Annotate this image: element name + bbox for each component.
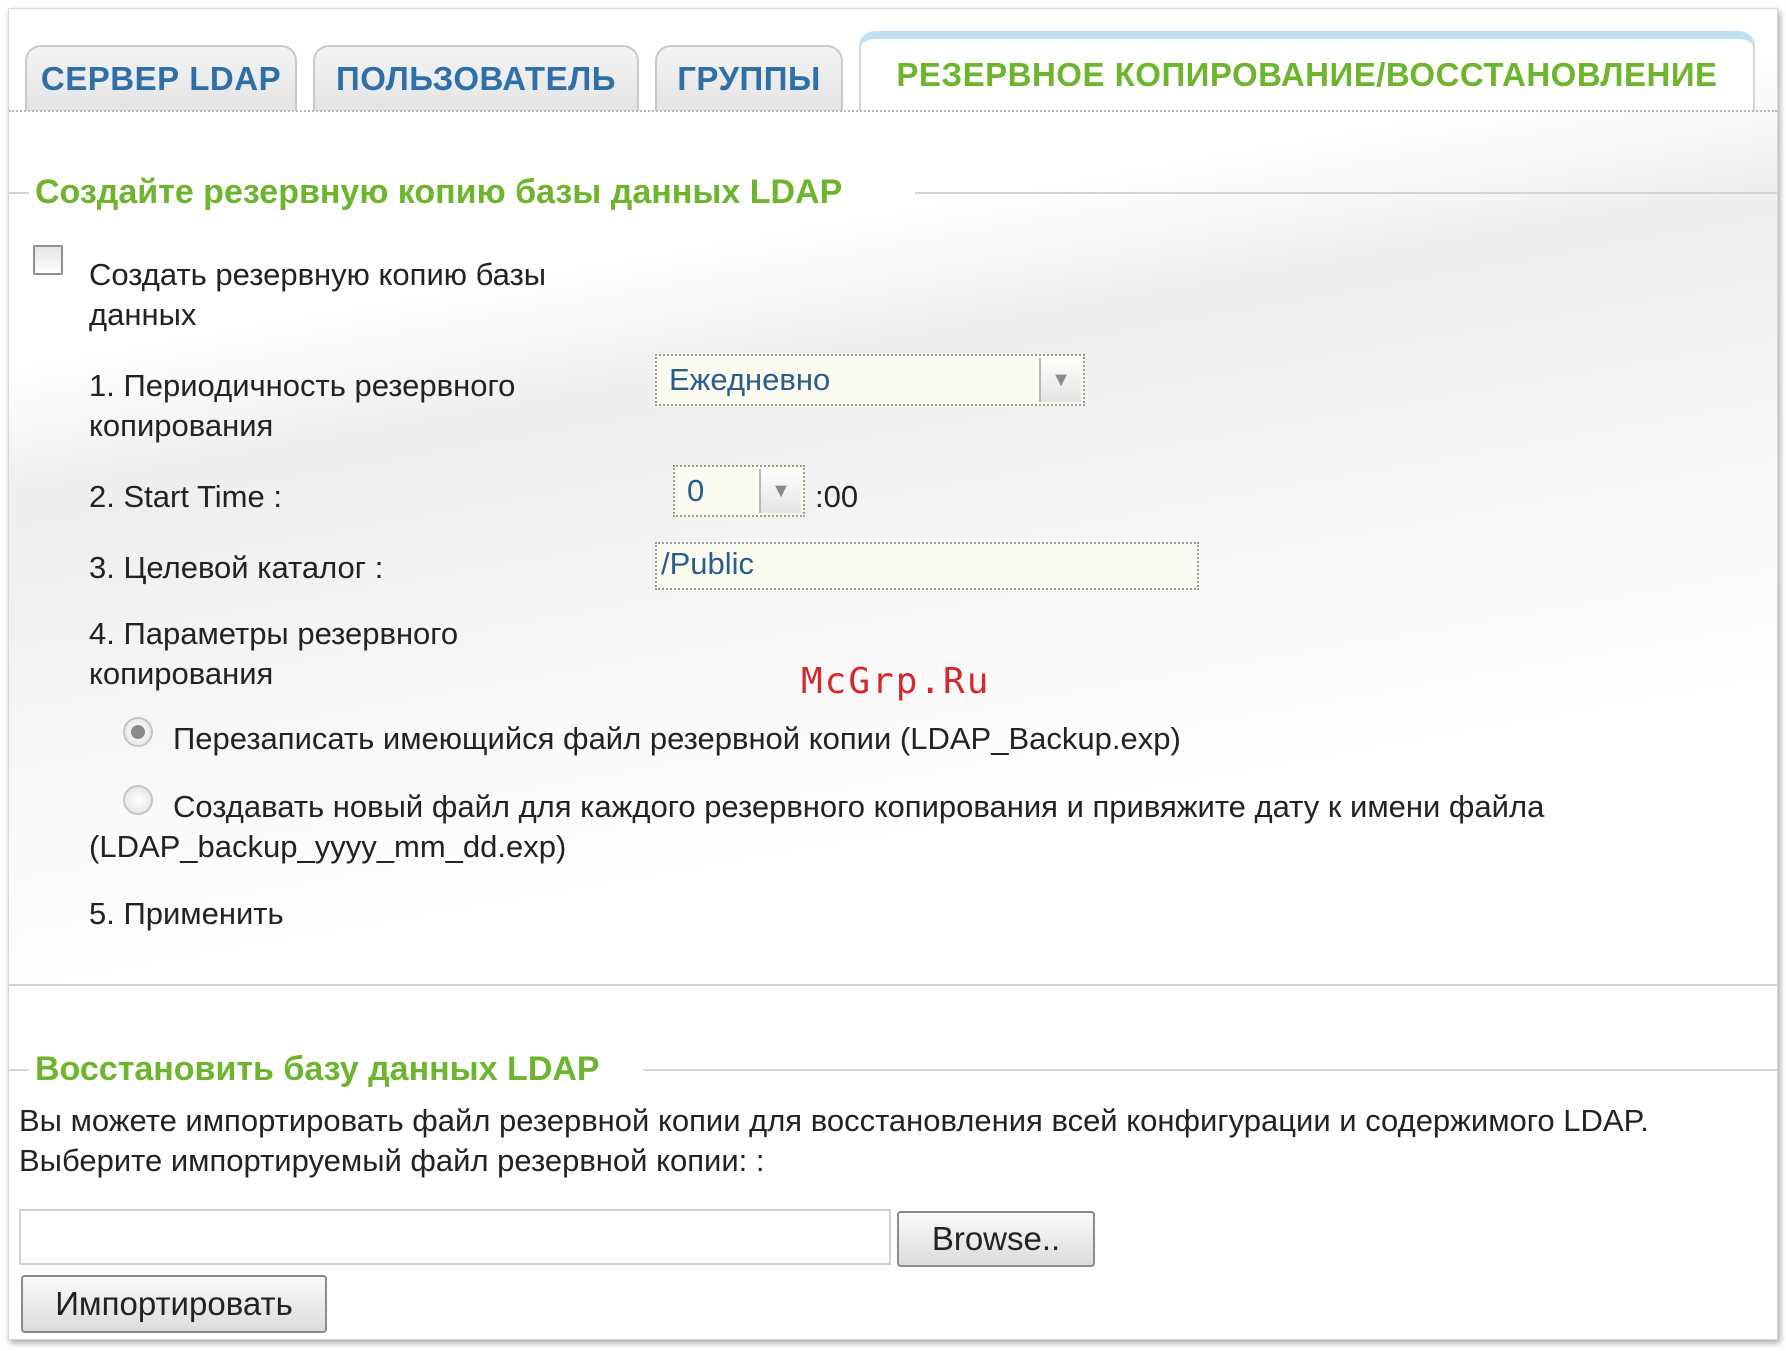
restore-section-title: Восстановить базу данных LDAP: [35, 1050, 600, 1088]
tab-groups[interactable]: ГРУППЫ: [655, 45, 843, 111]
chevron-down-icon[interactable]: ▼: [1039, 358, 1081, 402]
enable-backup-label: Создать резервную копию базы: [89, 257, 547, 292]
enable-backup-label-cont: данных: [89, 297, 197, 332]
apply-link[interactable]: 5. Применить: [89, 894, 284, 934]
target-folder-label: 3. Целевой каталог :: [89, 550, 384, 585]
overwrite-radio[interactable]: [123, 717, 153, 747]
new-file-option-label-cont: (LDAP_backup_yyyy_mm_dd.exp): [89, 829, 567, 864]
fieldset-border: [643, 1069, 1777, 1071]
start-time-label: 2. Start Time :: [89, 479, 282, 514]
chevron-down-icon[interactable]: ▼: [759, 469, 801, 513]
ldap-backup-restore-panel: СЕРВЕР LDAP ПОЛЬЗОВАТЕЛЬ ГРУППЫ РЕЗЕРВНО…: [8, 8, 1778, 1340]
tab-backup-restore[interactable]: РЕЗЕРВНОЕ КОПИРОВАНИЕ/ВОССТАНОВЛЕНИЕ: [859, 31, 1755, 111]
start-hour-value: 0: [687, 473, 705, 508]
frequency-label-cont: копирования: [89, 408, 274, 443]
overwrite-option-label: Перезаписать имеющийся файл резервной ко…: [173, 721, 1181, 756]
backup-options-label-cont: копирования: [89, 656, 274, 691]
browse-button[interactable]: Browse..: [897, 1211, 1095, 1267]
tabs-underline: [9, 110, 1777, 112]
watermark: McGrp.Ru: [801, 661, 991, 702]
start-time-suffix: :00: [815, 479, 859, 514]
tab-ldap-server[interactable]: СЕРВЕР LDAP: [25, 45, 297, 111]
tab-user[interactable]: ПОЛЬЗОВАТЕЛЬ: [313, 45, 639, 111]
import-button[interactable]: Импортировать: [21, 1275, 327, 1333]
frequency-select[interactable]: Ежедневно ▼: [655, 354, 1085, 406]
select-file-label: Выберите импортируемый файл резервной ко…: [19, 1143, 765, 1178]
restore-description: Вы можете импортировать файл резервной к…: [19, 1103, 1649, 1138]
enable-backup-checkbox[interactable]: [33, 245, 63, 275]
fieldset-border: [915, 192, 1777, 194]
backup-section-title: Создайте резервную копию базы данных LDA…: [35, 173, 843, 211]
target-folder-input[interactable]: /Public: [655, 542, 1199, 590]
frequency-value: Ежедневно: [669, 362, 831, 397]
file-path-input[interactable]: [19, 1209, 891, 1265]
section-divider: [9, 984, 1777, 986]
frequency-label: 1. Периодичность резервного: [89, 368, 516, 403]
start-hour-select[interactable]: 0 ▼: [673, 465, 805, 517]
new-file-option-label: Создавать новый файл для каждого резервн…: [173, 789, 1545, 824]
tab-bar: СЕРВЕР LDAP ПОЛЬЗОВАТЕЛЬ ГРУППЫ РЕЗЕРВНО…: [17, 31, 1777, 111]
backup-options-label: 4. Параметры резервного: [89, 616, 459, 651]
new-file-radio[interactable]: [123, 785, 153, 815]
